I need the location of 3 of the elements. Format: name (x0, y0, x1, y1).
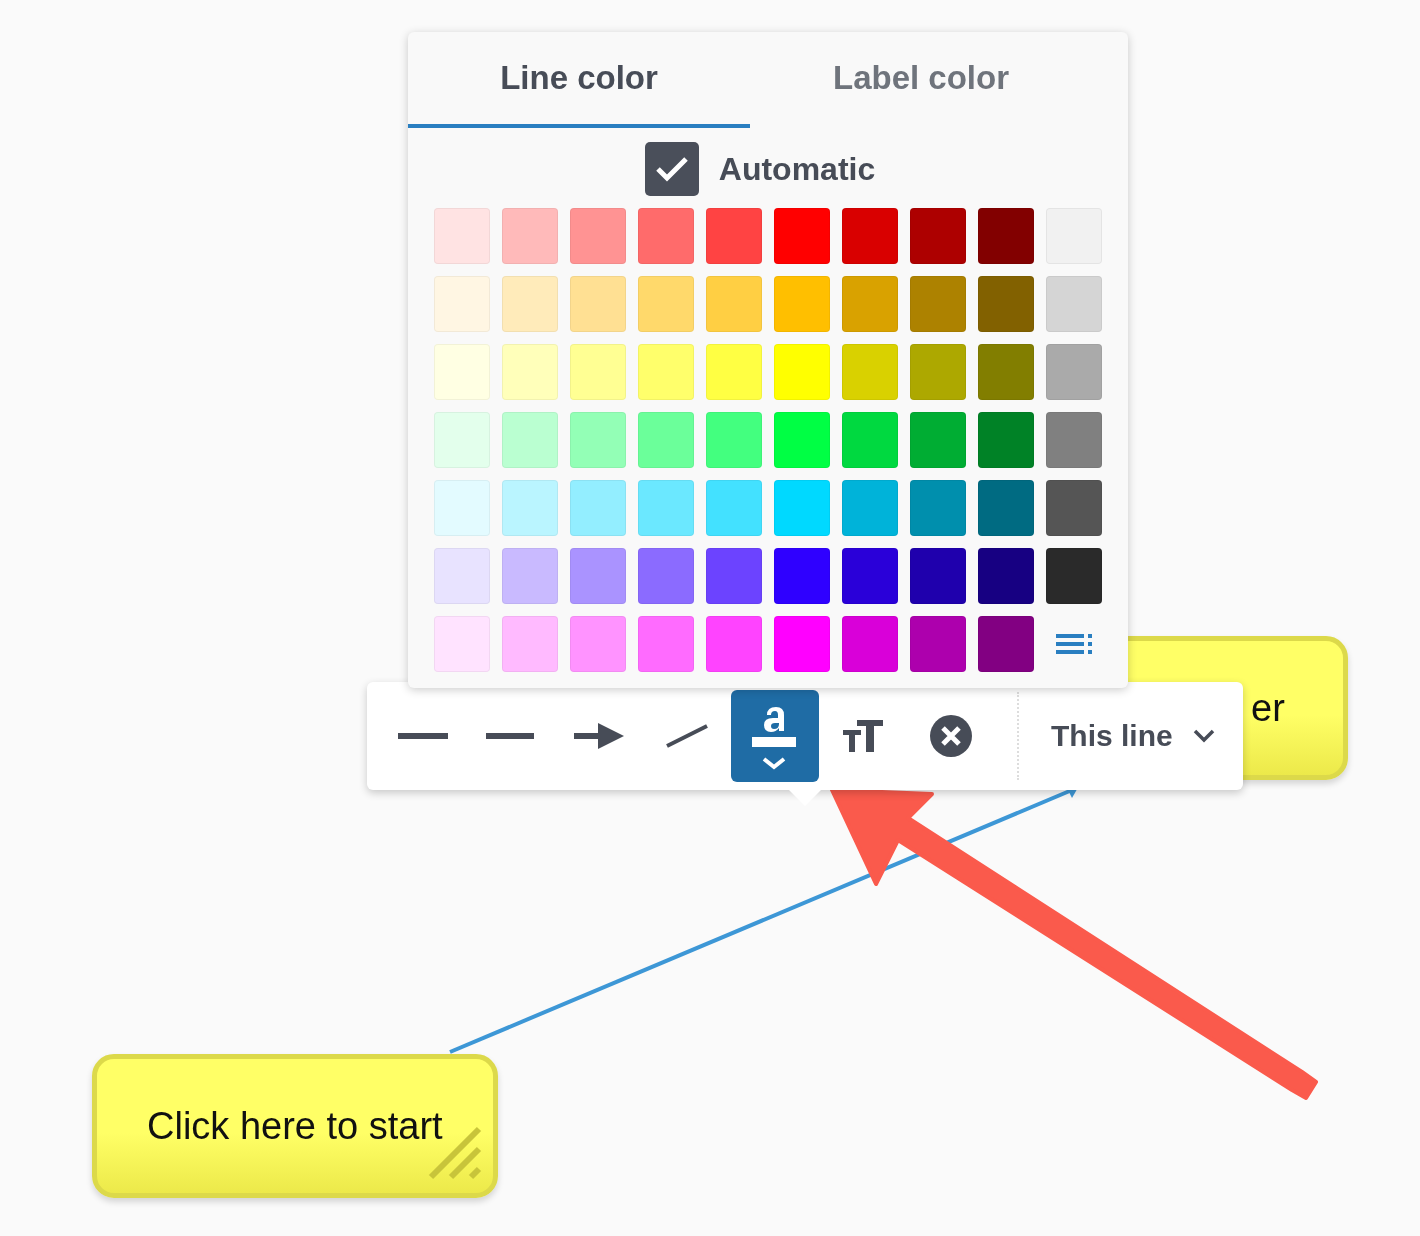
checkbox-label: Automatic (718, 150, 876, 188)
note-text: Click here to start (147, 1104, 443, 1148)
note-text: er (1251, 686, 1285, 730)
